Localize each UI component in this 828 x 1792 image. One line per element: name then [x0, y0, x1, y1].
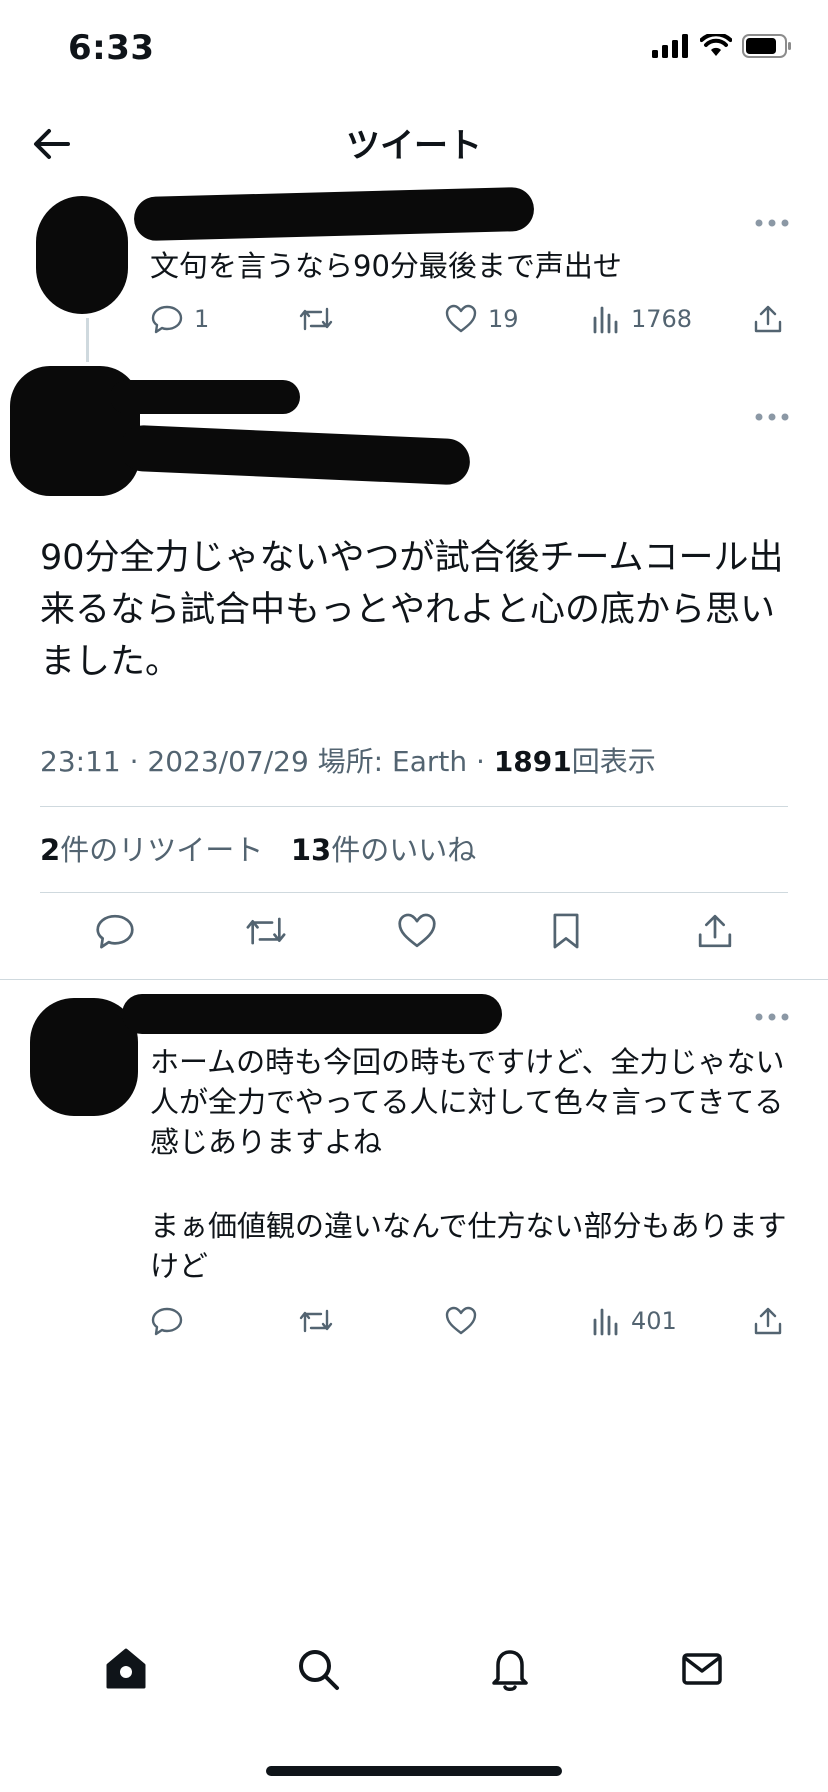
reply-tweet-actions: 401 — [150, 1304, 790, 1338]
views-button[interactable]: 1768 — [591, 304, 751, 334]
like-icon — [445, 304, 477, 333]
author-name-redacted — [133, 186, 535, 242]
battery-icon — [742, 34, 791, 58]
retweet-stat[interactable]: 2件のリツイート — [40, 833, 263, 867]
main-author-handle-redacted — [119, 424, 471, 486]
retweet-stat-count: 2 — [40, 833, 61, 867]
like-button[interactable] — [444, 1304, 591, 1338]
more-icon[interactable] — [752, 410, 792, 424]
reply-icon — [151, 305, 183, 334]
page-title: ツイート — [346, 126, 482, 166]
bookmark-icon[interactable] — [545, 910, 587, 952]
more-icon[interactable] — [752, 1010, 792, 1024]
divider — [0, 979, 828, 980]
share-icon[interactable] — [694, 910, 736, 952]
tweet-stats: 2件のリツイート 13件のいいね — [40, 827, 476, 869]
tweet-location: 場所: Earth · — [308, 745, 494, 778]
like-button[interactable]: 19 — [444, 302, 591, 336]
avatar[interactable] — [36, 196, 128, 314]
retweet-icon — [299, 1309, 333, 1333]
tweet-meta: 23:11 · 2023/07/29 場所: Earth · 1891回表示 — [40, 740, 656, 780]
status-time: 6:33 — [68, 28, 155, 68]
retweet-button[interactable] — [297, 1304, 444, 1338]
wifi-icon — [700, 34, 732, 56]
reply-count: 1 — [194, 305, 210, 333]
reply-button[interactable] — [150, 1304, 297, 1338]
share-icon — [754, 1307, 782, 1335]
reply-tweet-text: ホームの時も今回の時もですけど、全力じゃない人が全力でやってる人に対して色々言っ… — [150, 1045, 785, 1159]
main-tweet-actions — [40, 910, 790, 952]
share-button[interactable] — [751, 302, 789, 336]
status-icons — [652, 34, 792, 58]
retweet-stat-label: 件のリツイート — [60, 833, 264, 867]
home-indicator — [266, 1766, 562, 1776]
retweet-icon — [299, 307, 333, 331]
parent-tweet-actions: 1 19 1768 — [150, 302, 790, 336]
like-stat-label: 件のいいね — [331, 833, 477, 867]
views-button[interactable]: 401 — [591, 1306, 751, 1336]
like-count: 19 — [488, 305, 519, 333]
share-button[interactable] — [751, 1304, 789, 1338]
views-count: 1768 — [631, 305, 693, 333]
like-icon[interactable] — [396, 910, 438, 952]
more-icon[interactable] — [752, 216, 792, 230]
divider — [40, 806, 788, 807]
views-count: 401 — [631, 1307, 677, 1335]
bell-icon[interactable] — [486, 1645, 534, 1693]
views-icon — [593, 306, 618, 334]
like-stat-count: 13 — [290, 833, 332, 867]
share-icon — [754, 305, 782, 333]
like-icon — [445, 1306, 477, 1335]
retweet-icon[interactable] — [243, 910, 289, 952]
retweet-button[interactable] — [297, 302, 444, 336]
reply-author-name-redacted — [122, 994, 502, 1034]
reply-tweet-text-2: まぁ価値観の違いなんで仕方ない部分もありますけど — [150, 1209, 787, 1283]
main-author-name-redacted — [110, 380, 300, 414]
parent-tweet-text: 文句を言うなら90分最後まで声出せ — [150, 249, 622, 283]
divider — [40, 892, 788, 893]
thread-line — [86, 318, 89, 362]
main-tweet-text: 90分全力じゃないやつが試合後チームコール出来るなら試合中もっとやれよと心の底か… — [40, 538, 784, 682]
mail-icon[interactable] — [678, 1645, 726, 1693]
view-count: 1891 — [493, 745, 572, 778]
like-stat[interactable]: 13件のいいね — [291, 833, 476, 867]
signal-icon — [652, 34, 688, 58]
reply-icon — [151, 1307, 183, 1336]
reply-button[interactable]: 1 — [150, 302, 297, 336]
reply-icon[interactable] — [94, 910, 136, 952]
view-label: 回表示 — [571, 745, 656, 778]
bottom-nav — [0, 1645, 828, 1693]
home-icon[interactable] — [102, 1645, 150, 1693]
tweet-time-date[interactable]: 23:11 · 2023/07/29 — [40, 745, 309, 778]
views-icon — [593, 1308, 618, 1336]
search-icon[interactable] — [294, 1645, 342, 1693]
